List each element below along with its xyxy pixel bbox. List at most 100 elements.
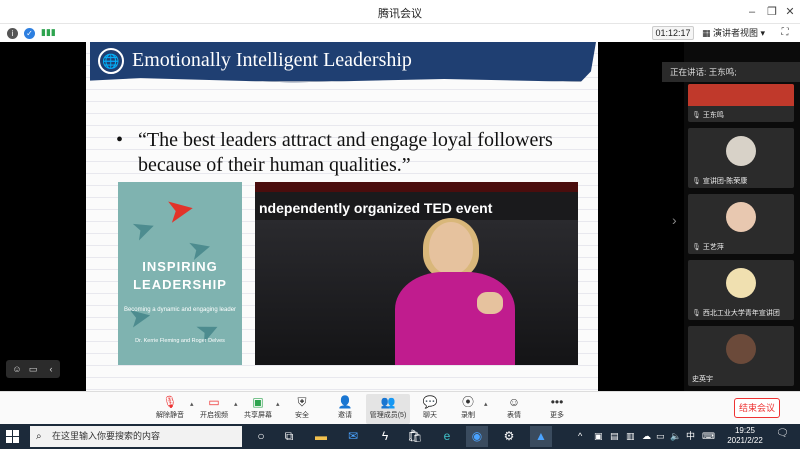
record-button[interactable]: ⦿ 录制: [448, 394, 488, 424]
security-label: 安全: [295, 412, 309, 419]
shield-icon[interactable]: ✓: [24, 28, 35, 39]
chevron-up-icon[interactable]: ▴: [190, 400, 194, 408]
chat-button[interactable]: 💬 聊天: [410, 394, 450, 424]
participant-tile[interactable]: 🎙 宣讲团-陈荣康: [688, 128, 794, 188]
cortana-icon[interactable]: ○: [250, 426, 272, 447]
chevron-up-icon[interactable]: ▴: [484, 400, 488, 408]
more-button[interactable]: ••• 更多: [537, 394, 577, 424]
mic-icon: 🎙: [692, 310, 701, 317]
emoji-reaction-icon[interactable]: ☺: [10, 362, 24, 376]
keyboard-icon[interactable]: ⌨: [702, 428, 715, 444]
network-icon[interactable]: ▭: [656, 428, 665, 444]
tencent-meeting-icon[interactable]: ▲: [530, 426, 552, 447]
tray-app-icon[interactable]: ▥: [626, 428, 635, 444]
bullet-dot: •: [116, 129, 124, 151]
taskbar-clock[interactable]: 19:25 2021/2/22: [720, 426, 770, 446]
members-icon: 👥: [380, 395, 396, 409]
chat-icon: 💬: [422, 395, 438, 409]
book-authors: Dr. Kerrie Fleming and Roger Delves: [135, 338, 225, 344]
participant-tile[interactable]: 🎙 王东鸣: [688, 84, 794, 122]
book-subtitle: Becoming a dynamic and engaging leader: [123, 307, 237, 313]
clock-date: 2021/2/22: [727, 436, 763, 445]
mic-icon: 🎙: [692, 244, 701, 251]
avatar: [726, 268, 756, 298]
speaker-dress: [395, 272, 515, 365]
restore-icon[interactable]: ❐: [764, 4, 780, 20]
book-title-line2: LEADERSHIP: [133, 277, 227, 292]
store-icon[interactable]: 🛍: [404, 426, 426, 447]
volume-icon[interactable]: 🔈: [670, 428, 681, 444]
caption-icon[interactable]: ▭: [26, 362, 40, 376]
book-title: INSPIRING LEADERSHIP: [118, 258, 242, 294]
signal-icon[interactable]: ▮▮▮: [41, 27, 56, 38]
manage-members-label: 管理成员(5): [369, 412, 407, 419]
chevron-up-icon[interactable]: ^: [578, 428, 582, 444]
ime-indicator[interactable]: 中: [686, 428, 695, 444]
photo-banner: [255, 182, 578, 192]
chevron-up-icon[interactable]: ▴: [276, 400, 280, 408]
clock-time: 19:25: [734, 426, 756, 435]
avatar: [726, 334, 756, 364]
slide-title: Emotionally Intelligent Leadership: [132, 49, 412, 71]
edge-icon[interactable]: e: [436, 426, 458, 447]
window-title: 腾讯会议: [378, 8, 422, 20]
emoji-label: 表情: [507, 412, 521, 419]
browser-icon[interactable]: ◉: [466, 426, 488, 447]
invite-label: 邀请: [338, 412, 352, 419]
close-icon[interactable]: ✕: [782, 4, 798, 20]
view-mode-button[interactable]: ▦ 演讲者视图 ▾: [702, 26, 768, 40]
video-off-icon: ▭: [208, 395, 220, 409]
participant-tile[interactable]: 🎙 西北工业大学青年宣讲团: [688, 260, 794, 320]
end-meeting-button[interactable]: 结束会议: [734, 398, 780, 418]
invite-button[interactable]: 👤 邀请: [325, 394, 365, 424]
participant-name: 史英宇: [692, 376, 713, 383]
bird-icon: ➤: [125, 299, 154, 334]
participant-name: 🎙 王艺萍: [692, 244, 724, 251]
bird-icon: ➤: [127, 209, 161, 248]
notification-icon[interactable]: 🗨: [776, 428, 789, 439]
mail-icon[interactable]: ✉: [342, 426, 364, 447]
participant-tile[interactable]: 史英宇: [688, 326, 794, 386]
file-explorer-icon[interactable]: ▬: [310, 426, 332, 447]
more-icon: •••: [550, 395, 564, 409]
cloud-icon[interactable]: ☁: [642, 428, 651, 444]
manage-members-button[interactable]: 👥 管理成员(5): [366, 394, 410, 424]
participant-name: 🎙 西北工业大学青年宣讲团: [692, 310, 780, 317]
taskbar-search-box[interactable]: ⌕ 在这里输入你要搜索的内容: [30, 426, 242, 447]
meeting-window: 腾讯会议 – ❐ ✕ i ✓ ▮▮▮ 01:12:17 ▦ 演讲者视图 ▾ ⛶ …: [0, 0, 800, 449]
chevron-down-icon: ▾: [758, 28, 766, 38]
windows-start-icon[interactable]: [6, 430, 20, 444]
chevron-right-icon[interactable]: ›: [672, 212, 677, 228]
start-video-button[interactable]: ▭ 开启视频: [194, 394, 234, 424]
chat-label: 聊天: [423, 412, 437, 419]
record-label: 录制: [461, 412, 475, 419]
annotation-toolbar: ☺ ▭ ‹: [6, 360, 60, 378]
search-placeholder: 在这里输入你要搜索的内容: [52, 431, 161, 441]
emoji-button[interactable]: ☺ 表情: [494, 394, 534, 424]
tray-app-icon[interactable]: ▣: [594, 428, 603, 444]
speaker-head: [429, 222, 473, 274]
app-icon[interactable]: ϟ: [374, 426, 396, 447]
avatar: [726, 136, 756, 166]
speaking-indicator: 正在讲话: 王东鸣;: [662, 62, 800, 82]
fullscreen-icon[interactable]: ⛶: [778, 26, 792, 40]
security-button[interactable]: ⛨ 安全: [282, 394, 322, 424]
share-screen-button[interactable]: ▣ 共享屏幕: [238, 394, 278, 424]
task-view-icon[interactable]: ⧉: [278, 426, 300, 447]
book-cover-image: ➤ ➤ ➤ ➤ ➤ INSPIRING LEADERSHIP Becoming …: [118, 182, 242, 365]
mic-icon: 🎙: [692, 112, 701, 119]
info-icon[interactable]: i: [7, 28, 18, 39]
meeting-timer: 01:12:17: [652, 26, 694, 40]
chevron-up-icon[interactable]: ▴: [234, 400, 238, 408]
minimize-icon[interactable]: –: [744, 4, 760, 20]
participant-tile[interactable]: 🎙 王艺萍: [688, 194, 794, 254]
search-icon: ⌕: [36, 431, 42, 442]
tray-app-icon[interactable]: ▤: [610, 428, 619, 444]
shared-screen-stage: 🌐 Emotionally Intelligent Leadership • “…: [0, 42, 684, 391]
un-emblem-icon: 🌐: [98, 48, 124, 74]
unmute-button[interactable]: 🎙 解除静音: [150, 394, 190, 424]
settings-icon[interactable]: ⚙: [498, 426, 520, 447]
speaker-photo: ndependently organized TED event: [255, 182, 578, 365]
record-icon: ⦿: [461, 395, 474, 409]
chevron-left-icon[interactable]: ‹: [44, 362, 58, 376]
